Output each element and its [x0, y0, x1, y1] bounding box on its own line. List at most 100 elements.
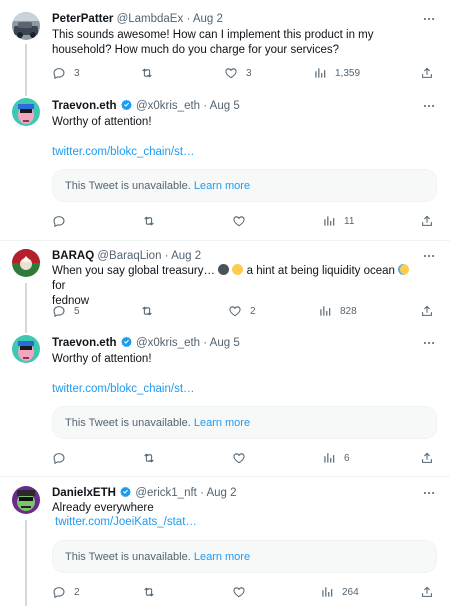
retweet-icon	[140, 304, 154, 318]
retweet-button[interactable]	[142, 450, 164, 466]
like-icon	[224, 66, 238, 80]
share-button[interactable]	[420, 450, 434, 466]
username-handle[interactable]: @LambdaEx	[117, 13, 184, 25]
tweet-actions: 6	[52, 450, 437, 466]
avatar[interactable]	[12, 98, 40, 126]
reply-button[interactable]	[52, 450, 74, 466]
views-button[interactable]: 1,359	[313, 65, 360, 81]
quoted-tweet-card[interactable]: This Tweet is unavailable. Learn more	[52, 169, 437, 202]
reply-button[interactable]: 3	[52, 65, 80, 81]
card-message: This Tweet is unavailable.	[65, 417, 191, 429]
views-icon	[313, 66, 327, 80]
username-handle[interactable]: @erick1_nft	[135, 487, 197, 499]
like-button[interactable]	[232, 450, 254, 466]
retweet-button[interactable]	[140, 303, 162, 319]
tweet-link[interactable]: twitter.com/blokc_chain/st…	[52, 383, 195, 395]
username-handle[interactable]: @BaraqLion	[97, 250, 161, 262]
reply-button[interactable]: 5	[52, 303, 80, 319]
quoted-tweet-card[interactable]: This Tweet is unavailable. Learn more	[52, 406, 437, 439]
tweet-actions: 11	[52, 213, 437, 229]
verified-badge-icon	[121, 336, 132, 347]
display-name[interactable]: Traevon.eth	[52, 337, 117, 349]
avatar[interactable]	[12, 486, 40, 514]
separator-dot: ·	[203, 337, 208, 349]
share-button[interactable]	[420, 65, 434, 81]
card-message: This Tweet is unavailable.	[65, 180, 191, 192]
share-icon	[420, 451, 434, 465]
like-button[interactable]	[232, 584, 254, 600]
display-name[interactable]: Traevon.eth	[52, 100, 117, 112]
tweet-date[interactable]: Aug 5	[210, 100, 240, 112]
retweet-button[interactable]	[142, 213, 164, 229]
quoted-tweet-card[interactable]: This Tweet is unavailable. Learn more	[52, 540, 437, 573]
views-count: 1,359	[335, 67, 361, 79]
tweet-date[interactable]: Aug 2	[193, 13, 223, 25]
tweet-date[interactable]: Aug 5	[210, 337, 240, 349]
dark-circle-emoji-icon	[218, 264, 230, 275]
views-icon	[322, 451, 336, 465]
views-icon	[320, 585, 334, 599]
learn-more-link[interactable]: Learn more	[194, 551, 250, 563]
tweet-divider	[0, 240, 450, 241]
username-handle[interactable]: @x0kris_eth	[136, 337, 200, 349]
display-name[interactable]: BARAQ	[52, 250, 94, 262]
share-icon	[420, 585, 434, 599]
more-icon[interactable]	[422, 14, 436, 24]
like-icon	[232, 451, 246, 465]
tweet-date[interactable]: Aug 2	[206, 487, 236, 499]
display-name[interactable]: PeterPatter	[52, 13, 113, 25]
reply-icon	[52, 66, 66, 80]
tweet-divider	[0, 476, 450, 477]
learn-more-link[interactable]: Learn more	[194, 417, 250, 429]
views-count: 11	[344, 215, 355, 227]
tweet-link[interactable]: twitter.com/blokc_chain/st…	[52, 146, 195, 158]
views-button[interactable]: 11	[322, 213, 354, 229]
tweet-link[interactable]: twitter.com/JoeiKats_/stat…	[55, 516, 197, 528]
separator-dot: ·	[186, 13, 191, 25]
like-button[interactable]: 3	[224, 65, 252, 81]
views-button[interactable]: 264	[320, 584, 359, 600]
like-icon	[232, 214, 246, 228]
share-button[interactable]	[420, 303, 434, 319]
more-icon[interactable]	[422, 101, 436, 111]
display-name[interactable]: DanielxETH	[52, 487, 116, 499]
verified-badge-icon	[120, 486, 131, 497]
retweet-button[interactable]	[142, 584, 164, 600]
retweet-icon	[142, 585, 156, 599]
reply-button[interactable]: 2	[52, 584, 80, 600]
more-icon[interactable]	[422, 488, 436, 498]
share-button[interactable]	[420, 213, 434, 229]
smile-emoji-icon	[232, 264, 244, 275]
more-icon[interactable]	[422, 251, 436, 261]
like-button[interactable]: 2	[228, 303, 256, 319]
reply-count: 3	[74, 67, 80, 79]
avatar[interactable]	[12, 249, 40, 277]
views-count: 264	[342, 586, 359, 598]
like-icon	[232, 585, 246, 599]
verified-badge-icon	[121, 99, 132, 110]
learn-more-link[interactable]: Learn more	[194, 180, 250, 192]
tweet-text: Worthy of attention!	[52, 353, 152, 365]
reply-count: 2	[74, 586, 80, 598]
like-icon	[228, 304, 242, 318]
views-button[interactable]: 6	[322, 450, 350, 466]
reply-button[interactable]	[52, 213, 74, 229]
tweet-actions: 3 3 1,359	[52, 65, 437, 81]
views-button[interactable]: 828	[318, 303, 357, 319]
reply-icon	[52, 451, 66, 465]
like-button[interactable]	[232, 213, 254, 229]
more-icon[interactable]	[422, 338, 436, 348]
reply-icon	[52, 214, 66, 228]
tweet-date[interactable]: Aug 2	[171, 250, 201, 262]
username-handle[interactable]: @x0kris_eth	[136, 100, 200, 112]
retweet-button[interactable]	[140, 65, 162, 81]
reply-icon	[52, 585, 66, 599]
like-count: 2	[250, 305, 256, 317]
share-button[interactable]	[420, 584, 434, 600]
tweet-text: Already everywhere	[52, 502, 154, 514]
avatar[interactable]	[12, 12, 40, 40]
reply-icon	[52, 304, 66, 318]
avatar[interactable]	[12, 335, 40, 363]
reply-count: 5	[74, 305, 80, 317]
tweet-text-part: When you say global treasury…	[52, 265, 215, 277]
